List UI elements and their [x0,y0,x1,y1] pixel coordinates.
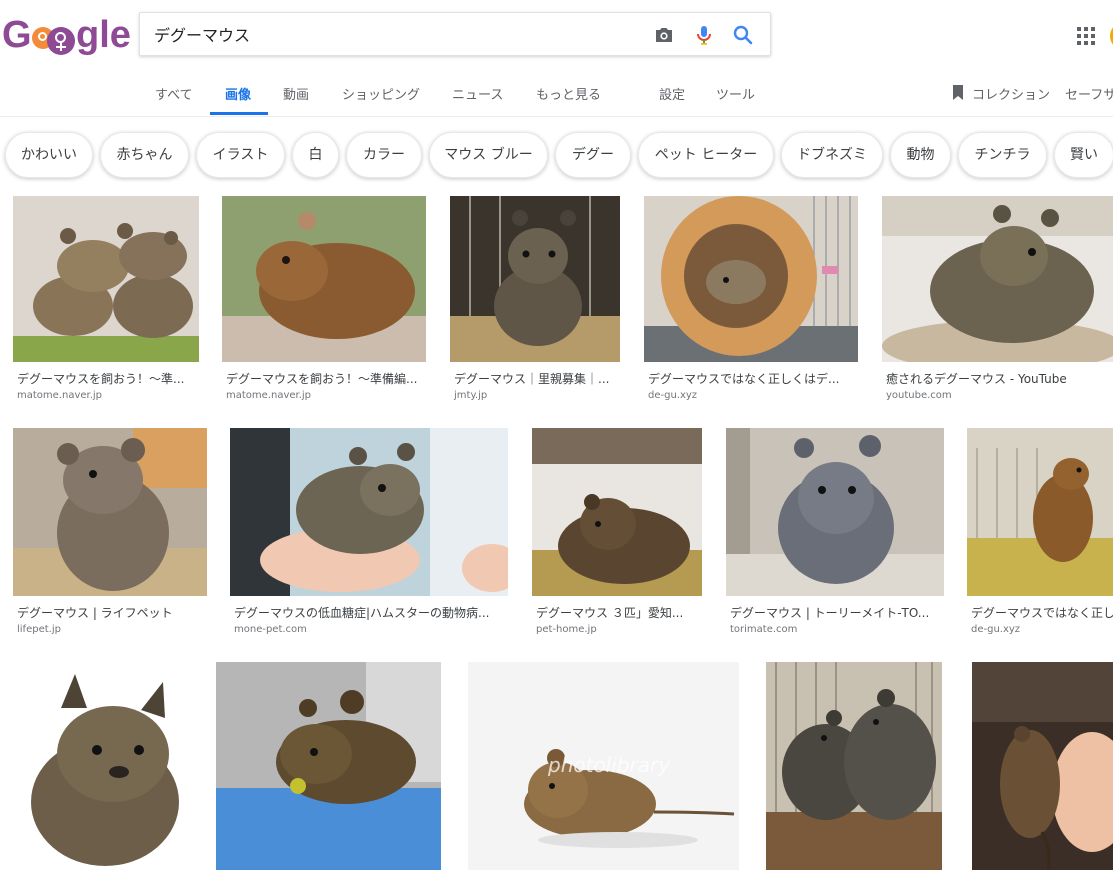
result-title[interactable]: デグーマウスの低血糖症|ハムスターの動物病... [234,604,508,621]
search-box [139,12,771,56]
related-chips: かわいい 赤ちゃん イラスト 白 カラー マウス ブルー デグー ペット ヒータ… [0,130,1113,182]
result-thumbnail[interactable] [967,428,1113,596]
chip[interactable]: かわいい [5,132,93,178]
image-result[interactable]: デグーマウスではなく正しくはデ... de-gu.xyz [644,196,858,406]
header: G gle デグーマウス すべて 画像 動画 ショッピング ニュース もっと見る… [0,0,1113,117]
chip[interactable]: ドブネズミ [781,132,883,178]
tab-shopping[interactable]: ショッピング [342,84,420,103]
logo-o-female-symbol [47,27,75,55]
result-source: matome.naver.jp [226,390,312,401]
image-result[interactable]: デグーマウスを飼おう！〜準... matome.naver.jp [13,196,199,406]
result-thumbnail[interactable] [216,662,441,870]
result-thumbnail[interactable] [230,428,508,596]
logo-letters-gle: gle [76,14,131,56]
image-result[interactable]: デグーマウス | ライフペット lifepet.jp [13,428,207,638]
result-thumbnail[interactable] [450,196,620,362]
logo-letter-g: G [2,14,32,56]
apps-grid-icon[interactable] [1077,27,1095,45]
result-source: jmty.jp [454,390,488,401]
watermark-text: photolibrary [547,753,671,777]
result-thumbnail[interactable] [13,196,199,362]
chip[interactable]: マウス ブルー [429,132,548,178]
microphone-icon[interactable] [692,23,716,47]
result-title[interactable]: デグーマウスではなく正し [971,604,1113,621]
chip[interactable]: 赤ちゃん [100,132,189,178]
image-result[interactable]: photolibrary [468,662,739,870]
chip[interactable]: デグー [555,132,631,178]
result-thumbnail[interactable] [644,196,858,362]
image-result[interactable]: デグーマウスの低血糖症|ハムスターの動物病... mone-pet.com [230,428,508,638]
image-result[interactable]: 癒されるデグーマウス - YouTube youtube.com [882,196,1113,406]
tab-settings[interactable]: 設定 [659,84,685,103]
camera-icon[interactable] [652,23,676,47]
search-input[interactable] [154,22,624,46]
result-thumbnail[interactable] [882,196,1113,362]
result-title[interactable]: デグーマウス｜里親募集｜... [454,370,620,387]
image-result[interactable]: デグーマウス ３匹」愛知... pet-home.jp [532,428,702,638]
result-source: mone-pet.com [234,624,307,635]
image-result[interactable] [766,662,942,870]
chip[interactable]: 白 [292,132,339,178]
result-source: de-gu.xyz [971,624,1021,635]
google-doodle-logo[interactable]: G gle [2,14,131,60]
result-source: matome.naver.jp [17,390,103,401]
chip[interactable]: イラスト [196,132,285,178]
chip[interactable]: 賢い [1054,132,1113,178]
result-source: lifepet.jp [17,624,61,635]
tab-all[interactable]: すべて [155,84,193,103]
chip[interactable]: ペット ヒーター [638,132,774,178]
result-source: youtube.com [886,390,952,401]
result-thumbnail[interactable]: photolibrary [468,662,739,870]
result-title[interactable]: デグーマウス | ライフペット [17,604,207,621]
tab-news[interactable]: ニュース [452,84,503,103]
chip[interactable]: カラー [346,132,422,178]
result-source: pet-home.jp [536,624,597,635]
chip[interactable]: 動物 [890,132,951,178]
search-icon[interactable] [731,23,755,47]
chip[interactable]: チンチラ [958,132,1047,178]
result-source: de-gu.xyz [648,390,698,401]
image-result[interactable] [216,662,441,870]
tab-videos[interactable]: 動画 [283,84,309,103]
tab-tools[interactable]: ツール [716,84,755,103]
active-tab-indicator [210,112,268,115]
image-result[interactable]: デグーマウスを飼おう！〜準備編... matome.naver.jp [222,196,426,406]
tab-more[interactable]: もっと見る [536,84,601,103]
image-result[interactable] [972,662,1113,870]
result-title[interactable]: デグーマウスではなく正しくはデ... [648,370,858,387]
result-thumbnail[interactable] [532,428,702,596]
result-title[interactable]: デグーマウス | トーリーメイト-TO... [730,604,944,621]
result-thumbnail[interactable] [726,428,944,596]
result-title[interactable]: デグーマウスを飼おう！〜準... [17,370,199,387]
tab-collections[interactable]: コレクション [972,84,1050,103]
result-title[interactable]: デグーマウスを飼おう！〜準備編... [226,370,426,387]
bookmark-icon[interactable] [952,85,964,100]
result-thumbnail[interactable] [972,662,1113,870]
image-result[interactable]: デグーマウス｜里親募集｜... jmty.jp [450,196,620,406]
image-result[interactable]: デグーマウスではなく正し de-gu.xyz [967,428,1113,638]
result-source: torimate.com [730,624,798,635]
result-thumbnail[interactable] [13,662,189,870]
result-title[interactable]: デグーマウス ３匹」愛知... [536,604,702,621]
image-result[interactable] [13,662,189,870]
image-result[interactable]: デグーマウス | トーリーメイト-TO... torimate.com [726,428,944,638]
result-title[interactable]: 癒されるデグーマウス - YouTube [886,370,1113,387]
result-thumbnail[interactable] [13,428,207,596]
result-thumbnail[interactable] [766,662,942,870]
tab-safesearch[interactable]: セーフサ [1065,84,1113,103]
tab-images[interactable]: 画像 [225,84,251,103]
search-tabs: すべて 画像 動画 ショッピング ニュース もっと見る 設定 ツール コレクショ… [0,70,1113,116]
result-thumbnail[interactable] [222,196,426,362]
